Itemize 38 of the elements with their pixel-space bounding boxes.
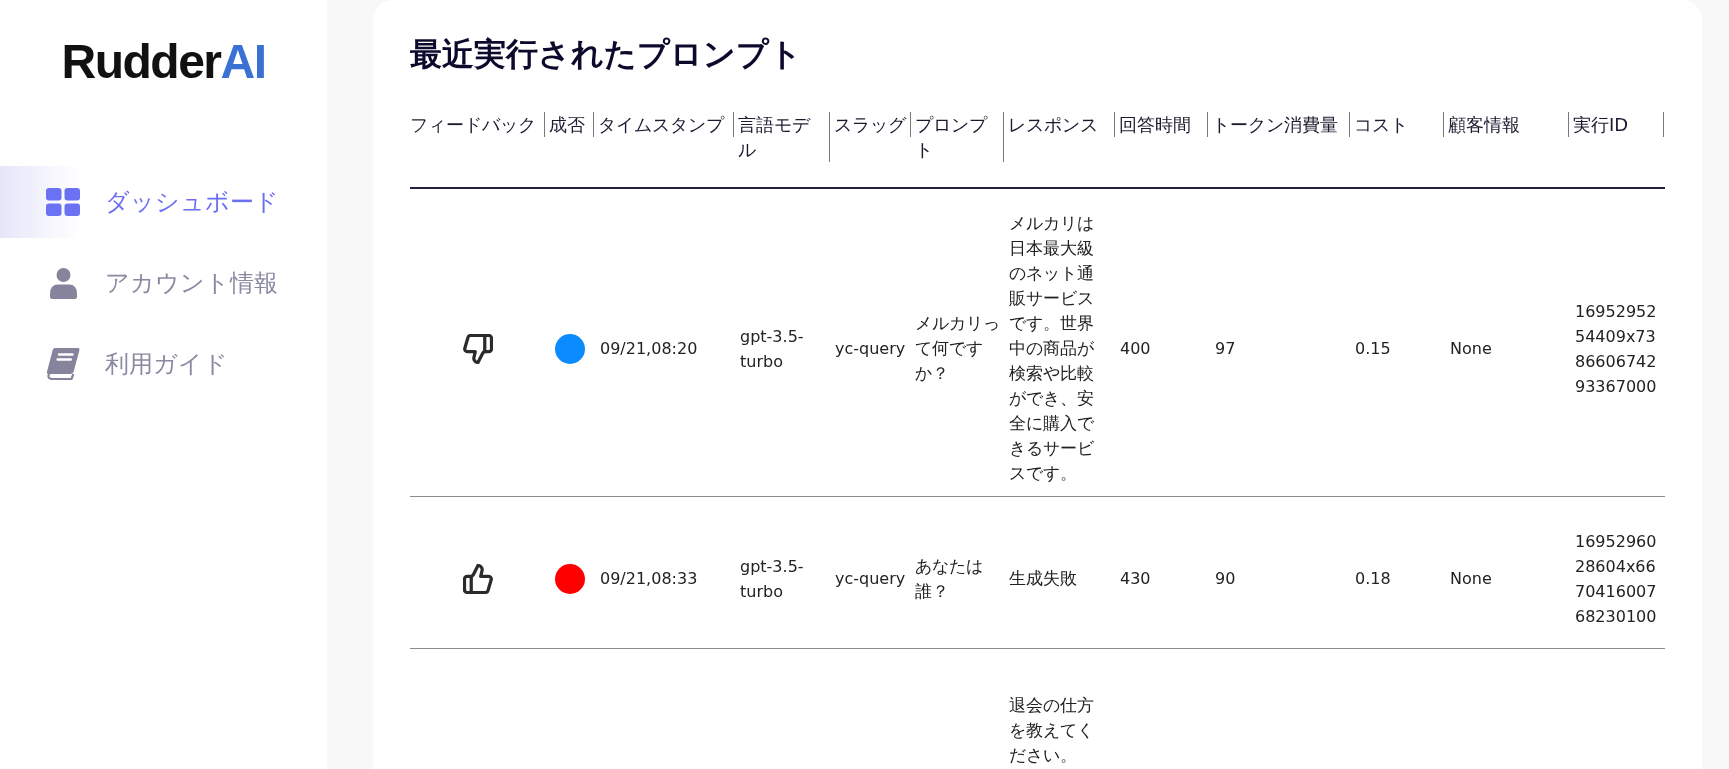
cost-value: 0.15 [1355,338,1391,360]
column-header: レスポンス [1004,112,1115,137]
model-name: gpt-3.5-turbo [740,555,805,603]
grid-icon [46,188,80,216]
customer-info: None [1450,568,1492,590]
run-id: 1695295254409x738660674293367000 [1575,300,1658,398]
column-header: 実行ID [1569,112,1664,137]
column-header: フィードバック [410,112,545,137]
response-time: 430 [1120,568,1151,590]
column-header: 回答時間 [1115,112,1208,137]
prompt-text: メルカリって何ですか？ [915,312,1001,385]
page-title: 最近実行されたプロンプト [410,36,802,72]
user-icon [49,267,77,299]
slug-text: yc-query [835,568,906,590]
token-count: 90 [1215,568,1236,590]
column-header: トークン消費量 [1208,112,1350,137]
logo: RudderAI [61,38,266,86]
token-count: 97 [1215,338,1236,360]
slug-text: yc-query [835,338,906,360]
column-header: プロンプト [911,112,1004,162]
timestamp-text: 09/21,08:20 [600,338,698,360]
customer-info: None [1450,338,1492,360]
response-text: メルカリは日本最大級のネット通販サービスです。世界中の商品が検索や比較ができ、安全に購入できるサービスです。 [1009,212,1095,485]
prompt-text: あなたは誰？ [915,554,984,603]
book-icon [46,348,80,380]
response-text: 退会の仕方を教えてください。 [1009,694,1095,767]
model-name: gpt-3.5-turbo [740,325,805,373]
column-header: スラッグ [830,112,911,137]
column-header: 顧客情報 [1444,112,1569,137]
cost-value: 0.18 [1355,568,1391,590]
column-header: コスト [1350,112,1444,137]
column-header: 言語モデル [734,112,830,162]
timestamp-text: 09/21,08:33 [600,568,698,590]
column-header: 成否 [545,112,594,137]
run-id: 1695296028604x667041600768230100 [1575,530,1658,628]
response-time: 400 [1120,338,1151,360]
response-text: 生成失敗 [1009,567,1077,590]
column-header: タイムスタンプ [594,112,734,137]
